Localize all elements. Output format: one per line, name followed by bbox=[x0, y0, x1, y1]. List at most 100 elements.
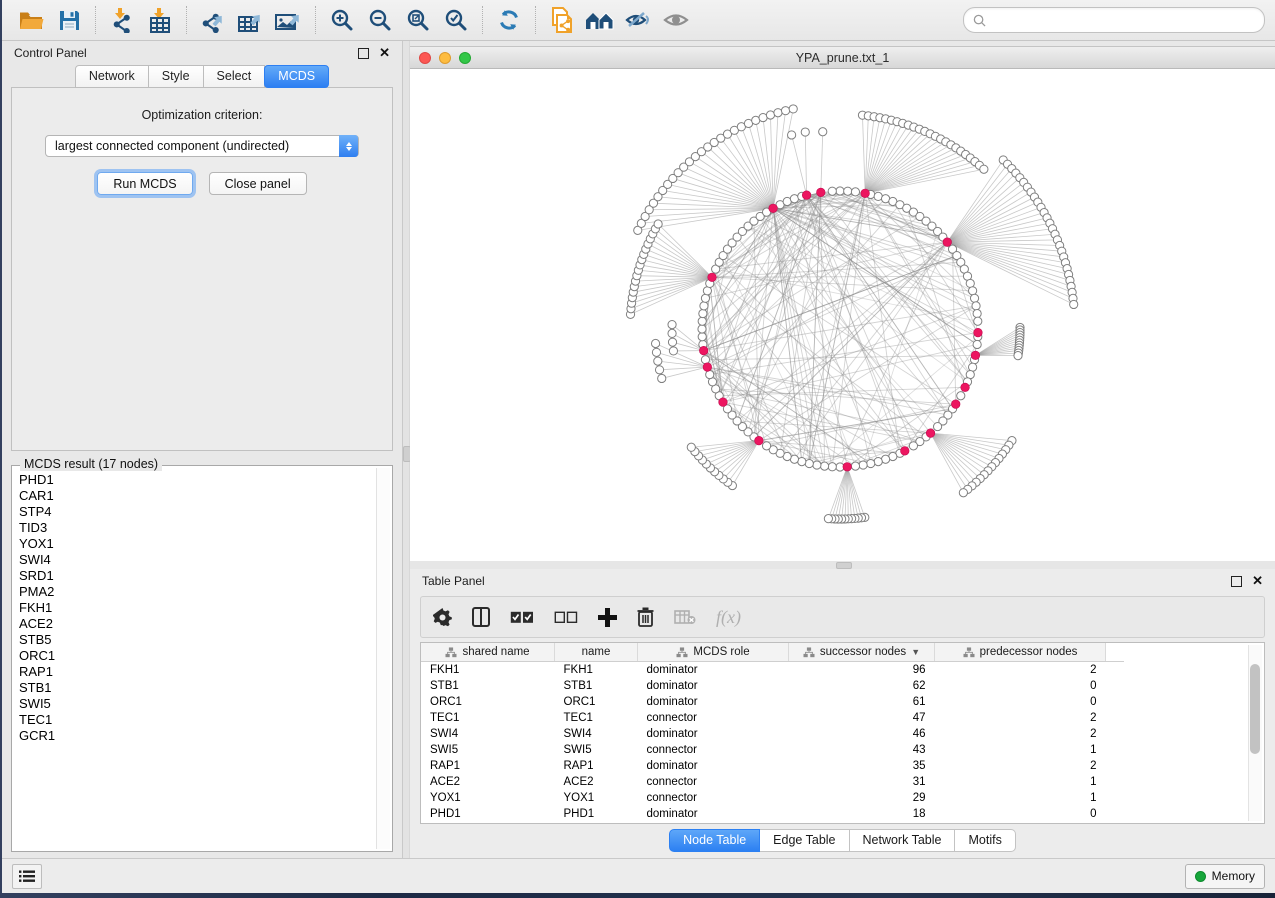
cell-shared-name[interactable]: YOX1 bbox=[421, 790, 555, 806]
mcds-node-item[interactable]: RAP1 bbox=[19, 664, 376, 680]
select-all-rows-button[interactable] bbox=[510, 611, 534, 624]
vertical-splitter[interactable] bbox=[402, 41, 410, 858]
ring-node[interactable] bbox=[813, 461, 821, 469]
leaf-node[interactable] bbox=[766, 111, 774, 119]
splitter-grip[interactable] bbox=[836, 562, 852, 569]
cell-shared-name[interactable]: RAP1 bbox=[421, 758, 555, 774]
zoom-out-button[interactable] bbox=[362, 4, 398, 36]
mcds-node-item[interactable]: STB1 bbox=[19, 680, 376, 696]
mcds-node-item[interactable]: ACE2 bbox=[19, 616, 376, 632]
cell-name[interactable]: TEC1 bbox=[555, 710, 638, 726]
tab-edge-table[interactable]: Edge Table bbox=[760, 829, 849, 852]
dominator-node[interactable] bbox=[703, 363, 712, 372]
cell-name[interactable]: SWI4 bbox=[555, 726, 638, 742]
import-table-button[interactable] bbox=[142, 4, 178, 36]
leaf-node[interactable] bbox=[789, 105, 797, 113]
tab-mcds[interactable]: MCDS bbox=[264, 65, 329, 88]
ring-node[interactable] bbox=[706, 370, 714, 378]
leaf-node[interactable] bbox=[824, 515, 832, 523]
cell-predecessor-nodes[interactable]: 0 bbox=[935, 806, 1106, 822]
table-row[interactable]: PHD1PHD1dominator180 bbox=[421, 806, 1124, 822]
table-row[interactable]: SWI5SWI5connector431 bbox=[421, 742, 1124, 758]
table-scrollbar[interactable] bbox=[1248, 645, 1262, 821]
cell-mcds-role[interactable]: connector bbox=[638, 710, 789, 726]
horizontal-splitter[interactable] bbox=[410, 561, 1275, 569]
ring-node[interactable] bbox=[867, 459, 875, 467]
dominator-node[interactable] bbox=[843, 463, 852, 472]
cell-shared-name[interactable]: SWI5 bbox=[421, 742, 555, 758]
cell-predecessor-nodes[interactable]: 1 bbox=[935, 742, 1106, 758]
ring-node[interactable] bbox=[974, 317, 982, 325]
close-panel-icon[interactable]: ✕ bbox=[1252, 576, 1263, 586]
cell-mcds-role[interactable]: dominator bbox=[638, 758, 789, 774]
search-input[interactable] bbox=[992, 12, 1255, 28]
dominator-node[interactable] bbox=[926, 429, 935, 438]
cell-predecessor-nodes[interactable]: 0 bbox=[935, 694, 1106, 710]
ring-node[interactable] bbox=[828, 463, 836, 471]
leaf-node[interactable] bbox=[668, 321, 676, 329]
ring-node[interactable] bbox=[874, 458, 882, 466]
cell-shared-name[interactable]: TEC1 bbox=[421, 710, 555, 726]
cell-mcds-role[interactable]: dominator bbox=[638, 806, 789, 822]
maximize-window-icon[interactable] bbox=[459, 52, 471, 64]
zoom-in-button[interactable] bbox=[324, 4, 360, 36]
table-row[interactable]: RAP1RAP1dominator352 bbox=[421, 758, 1124, 774]
tab-style[interactable]: Style bbox=[148, 65, 204, 88]
tab-node-table[interactable]: Node Table bbox=[669, 829, 760, 852]
ring-node[interactable] bbox=[844, 187, 852, 195]
leaf-node[interactable] bbox=[668, 329, 676, 337]
optimization-criterion-select[interactable]: largest connected component (undirected) bbox=[45, 135, 359, 157]
column-header-predecessor-nodes[interactable]: predecessor nodes bbox=[935, 643, 1106, 662]
cell-mcds-role[interactable]: dominator bbox=[638, 694, 789, 710]
cell-shared-name[interactable]: ORC1 bbox=[421, 694, 555, 710]
mcds-node-item[interactable]: PHD1 bbox=[19, 472, 376, 488]
run-mcds-button[interactable]: Run MCDS bbox=[97, 172, 192, 195]
deselect-all-rows-button[interactable] bbox=[554, 611, 578, 624]
cell-shared-name[interactable]: PHD1 bbox=[421, 806, 555, 822]
tab-network-table[interactable]: Network Table bbox=[850, 829, 956, 852]
duplicate-network-button[interactable] bbox=[544, 4, 580, 36]
cell-predecessor-nodes[interactable]: 1 bbox=[935, 774, 1106, 790]
mcds-node-item[interactable]: SWI4 bbox=[19, 552, 376, 568]
ring-node[interactable] bbox=[700, 302, 708, 310]
ring-node[interactable] bbox=[972, 302, 980, 310]
tab-select[interactable]: Select bbox=[203, 65, 266, 88]
leaf-node[interactable] bbox=[669, 347, 677, 355]
mcds-node-item[interactable]: STP4 bbox=[19, 504, 376, 520]
cell-mcds-role[interactable]: connector bbox=[638, 790, 789, 806]
dominator-node[interactable] bbox=[816, 188, 825, 197]
ring-node[interactable] bbox=[973, 340, 981, 348]
dominator-node[interactable] bbox=[900, 447, 909, 456]
leaf-node[interactable] bbox=[774, 109, 782, 117]
ring-node[interactable] bbox=[970, 294, 978, 302]
leaf-node[interactable] bbox=[1070, 300, 1078, 308]
cell-mcds-role[interactable]: dominator bbox=[638, 662, 789, 679]
cell-predecessor-nodes[interactable]: 2 bbox=[935, 662, 1106, 679]
ring-node[interactable] bbox=[851, 188, 859, 196]
column-header-successor-nodes[interactable]: successor nodes▼ bbox=[789, 643, 935, 662]
cell-predecessor-nodes[interactable]: 2 bbox=[935, 710, 1106, 726]
hide-selected-button[interactable] bbox=[620, 4, 656, 36]
cell-name[interactable]: ORC1 bbox=[555, 694, 638, 710]
network-titlebar[interactable]: YPA_prune.txt_1 bbox=[410, 46, 1275, 69]
network-graph[interactable] bbox=[410, 69, 1275, 561]
cell-predecessor-nodes[interactable]: 2 bbox=[935, 758, 1106, 774]
float-panel-icon[interactable] bbox=[358, 48, 369, 59]
show-all-button[interactable] bbox=[658, 4, 694, 36]
leaf-node[interactable] bbox=[819, 128, 827, 136]
leaf-node[interactable] bbox=[781, 107, 789, 115]
cell-shared-name[interactable]: FKH1 bbox=[421, 662, 555, 679]
cell-successor-nodes[interactable]: 47 bbox=[789, 710, 935, 726]
save-session-button[interactable] bbox=[51, 4, 87, 36]
export-image-button[interactable] bbox=[271, 4, 307, 36]
cell-predecessor-nodes[interactable]: 1 bbox=[935, 790, 1106, 806]
mcds-node-item[interactable]: PMA2 bbox=[19, 584, 376, 600]
column-header-shared-name[interactable]: shared name bbox=[421, 643, 555, 662]
ring-node[interactable] bbox=[957, 392, 965, 400]
mcds-node-item[interactable]: SWI5 bbox=[19, 696, 376, 712]
leaf-node[interactable] bbox=[1014, 352, 1022, 360]
dominator-node[interactable] bbox=[719, 398, 728, 407]
table-row[interactable]: STB1STB1dominator620 bbox=[421, 678, 1124, 694]
ring-node[interactable] bbox=[973, 309, 981, 317]
mcds-node-item[interactable]: CAR1 bbox=[19, 488, 376, 504]
